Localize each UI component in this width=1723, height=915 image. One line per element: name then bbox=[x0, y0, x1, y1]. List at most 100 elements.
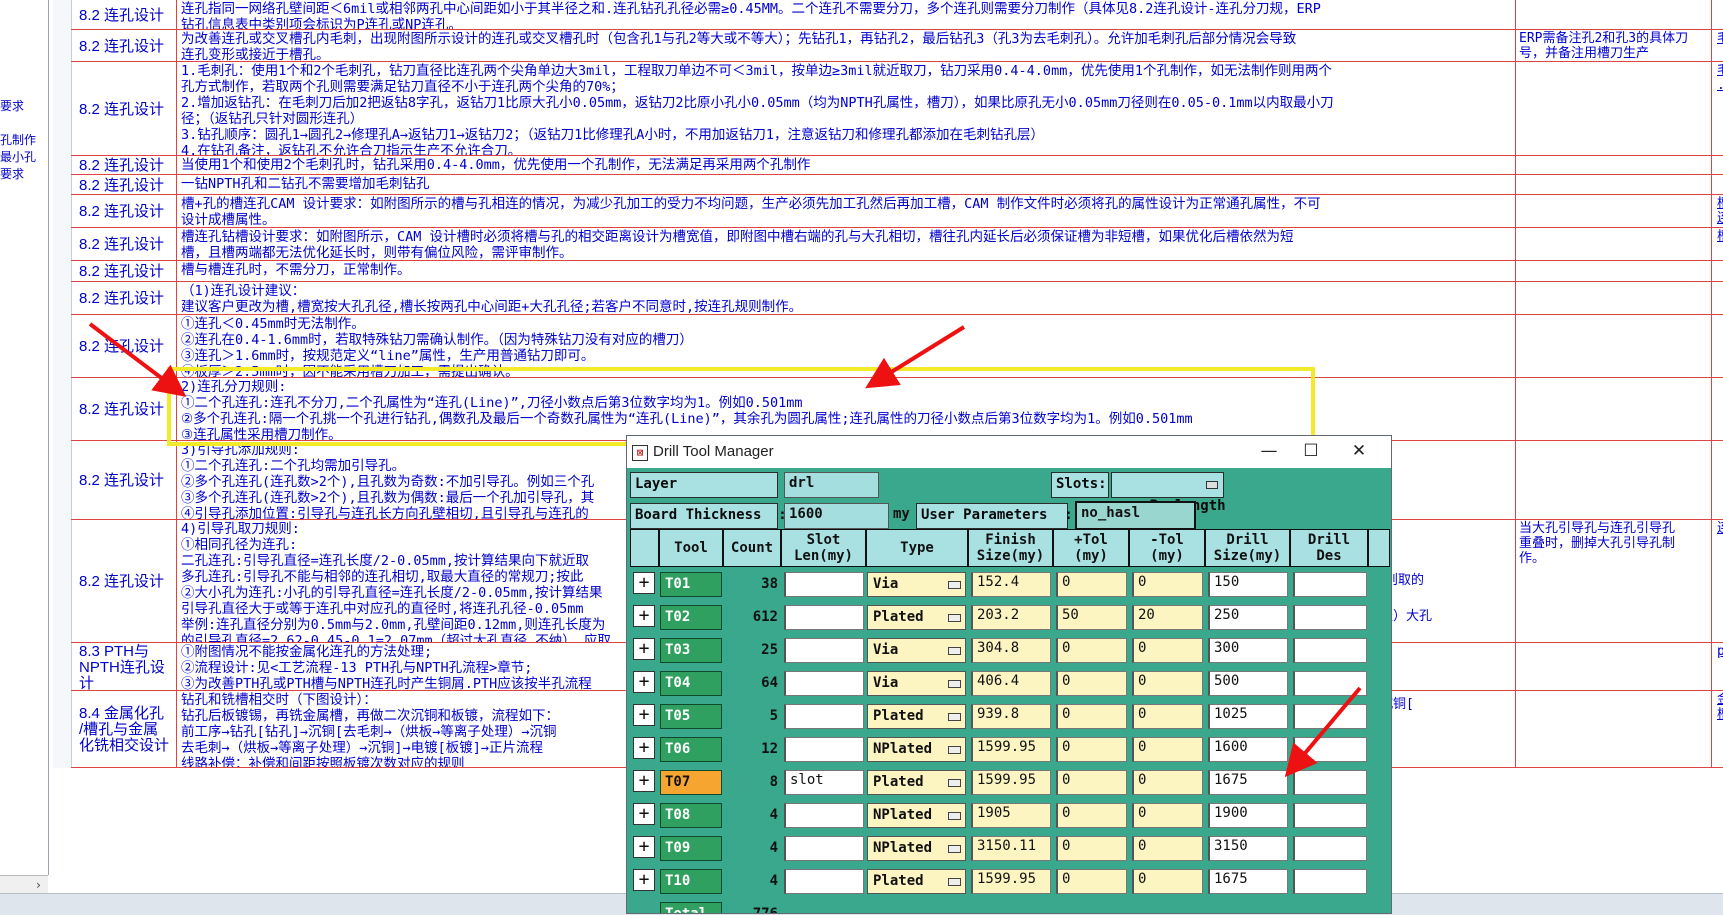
type-dropdown[interactable]: NPlated bbox=[867, 737, 966, 762]
slot-length-field[interactable] bbox=[784, 671, 864, 696]
slot-length-field[interactable] bbox=[784, 605, 864, 630]
close-button[interactable]: ✕ bbox=[1339, 438, 1379, 464]
finish-size-field[interactable]: 304.8 bbox=[971, 638, 1051, 663]
minus-tol-field[interactable]: 0 bbox=[1132, 869, 1203, 894]
link-cell[interactable] bbox=[1712, 441, 1723, 519]
minus-tol-field[interactable]: 0 bbox=[1132, 770, 1203, 795]
tool-button[interactable]: T05 bbox=[660, 704, 722, 729]
drill-size-field[interactable]: 1675 bbox=[1208, 869, 1288, 894]
minus-tol-field[interactable]: 0 bbox=[1132, 638, 1203, 663]
type-dropdown[interactable]: Via bbox=[867, 671, 966, 696]
drill-des-field[interactable] bbox=[1293, 605, 1367, 630]
tool-button[interactable]: T08 bbox=[660, 803, 722, 828]
link-cell[interactable] bbox=[1712, 175, 1723, 194]
tool-button[interactable]: T04 bbox=[660, 671, 722, 696]
minus-tol-field[interactable]: 0 bbox=[1132, 671, 1203, 696]
finish-size-field[interactable]: 1599.95 bbox=[971, 737, 1051, 762]
drill-des-field[interactable] bbox=[1293, 836, 1367, 861]
link-cell[interactable]: 槽连孔钻槽 bbox=[1712, 228, 1723, 260]
drill-size-field[interactable]: 1600 bbox=[1208, 737, 1288, 762]
plus-tol-field[interactable]: 0 bbox=[1056, 704, 1127, 729]
left-pane-scrollbar[interactable]: › bbox=[0, 875, 48, 894]
slot-length-field[interactable] bbox=[784, 638, 864, 663]
finish-size-field[interactable]: 152.4 bbox=[971, 572, 1051, 597]
plus-tol-field[interactable]: 0 bbox=[1056, 638, 1127, 663]
link-cell[interactable] bbox=[1712, 261, 1723, 281]
minus-tol-field[interactable]: 0 bbox=[1132, 572, 1203, 597]
slots-dropdown[interactable]: By length bbox=[1111, 472, 1226, 514]
expand-plus-icon[interactable]: + bbox=[633, 605, 655, 627]
expand-plus-icon[interactable]: + bbox=[633, 836, 655, 858]
drill-des-field[interactable] bbox=[1293, 770, 1367, 795]
layer-field[interactable]: drl bbox=[784, 472, 879, 498]
link-cell[interactable]: 毛刺孔.jpg bbox=[1712, 30, 1723, 61]
plus-tol-field[interactable]: 0 bbox=[1056, 770, 1127, 795]
maximize-button[interactable]: ☐ bbox=[1291, 438, 1331, 464]
minus-tol-field[interactable]: 0 bbox=[1132, 704, 1203, 729]
drill-size-field[interactable]: 300 bbox=[1208, 638, 1288, 663]
type-dropdown[interactable]: Plated bbox=[867, 869, 966, 894]
finish-size-field[interactable]: 3150.11 bbox=[971, 836, 1051, 861]
drill-des-field[interactable] bbox=[1293, 869, 1367, 894]
finish-size-field[interactable]: 203.2 bbox=[971, 605, 1051, 630]
minus-tol-field[interactable]: 0 bbox=[1132, 836, 1203, 861]
finish-size-field[interactable]: 1905 bbox=[971, 803, 1051, 828]
type-dropdown[interactable]: Plated bbox=[867, 605, 966, 630]
link-cell[interactable]: 连孔设计.j bbox=[1712, 520, 1723, 642]
minus-tol-field[interactable]: 0 bbox=[1132, 737, 1203, 762]
plus-tol-field[interactable]: 0 bbox=[1056, 803, 1127, 828]
finish-size-field[interactable]: 939.8 bbox=[971, 704, 1051, 729]
drill-size-field[interactable]: 1025 bbox=[1208, 704, 1288, 729]
drill-size-field[interactable]: 3150 bbox=[1208, 836, 1288, 861]
link-cell[interactable] bbox=[1712, 378, 1723, 440]
plus-tol-field[interactable]: 0 bbox=[1056, 869, 1127, 894]
title-bar[interactable]: ⊠ Drill Tool Manager — ☐ ✕ bbox=[627, 436, 1391, 468]
expand-plus-icon[interactable]: + bbox=[633, 770, 655, 792]
expand-plus-icon[interactable]: + bbox=[633, 671, 655, 693]
tool-button[interactable]: T02 bbox=[660, 605, 722, 630]
slot-length-field[interactable] bbox=[784, 704, 864, 729]
slot-length-field[interactable] bbox=[784, 869, 864, 894]
type-dropdown[interactable]: NPlated bbox=[867, 803, 966, 828]
type-dropdown[interactable]: Via bbox=[867, 572, 966, 597]
tool-button[interactable]: T09 bbox=[660, 836, 722, 861]
type-dropdown[interactable]: Via bbox=[867, 638, 966, 663]
expand-plus-icon[interactable]: + bbox=[633, 803, 655, 825]
link-cell[interactable]: 毛刺钻孔和 .jpg bbox=[1712, 62, 1723, 155]
drill-des-field[interactable] bbox=[1293, 572, 1367, 597]
user-parameters-field[interactable]: no_hasl bbox=[1075, 501, 1196, 530]
tool-button[interactable]: T03 bbox=[660, 638, 722, 663]
drill-size-field[interactable]: 1900 bbox=[1208, 803, 1288, 828]
link-cell[interactable] bbox=[1712, 315, 1723, 377]
tool-button[interactable]: T06 bbox=[660, 737, 722, 762]
link-cell[interactable]: 槽+孔的槽连 bbox=[1712, 195, 1723, 227]
tool-button[interactable]: T07 bbox=[660, 770, 722, 795]
drill-size-field[interactable]: 1675 bbox=[1208, 770, 1288, 795]
expand-plus-icon[interactable]: + bbox=[633, 737, 655, 759]
drill-des-field[interactable] bbox=[1293, 638, 1367, 663]
link-cell[interactable] bbox=[1712, 0, 1723, 29]
drill-des-field[interactable] bbox=[1293, 704, 1367, 729]
link-cell[interactable] bbox=[1712, 156, 1723, 174]
minus-tol-field[interactable]: 20 bbox=[1132, 605, 1203, 630]
type-dropdown[interactable]: Plated bbox=[867, 704, 966, 729]
expand-plus-icon[interactable]: + bbox=[633, 638, 655, 660]
plus-tol-field[interactable]: 0 bbox=[1056, 836, 1127, 861]
drill-des-field[interactable] bbox=[1293, 737, 1367, 762]
plus-tol-field[interactable]: 0 bbox=[1056, 671, 1127, 696]
link-cell[interactable]: pth和npth bbox=[1712, 643, 1723, 690]
tool-button[interactable]: T10 bbox=[660, 869, 722, 894]
slot-length-field[interactable] bbox=[784, 572, 864, 597]
scroll-right-arrow-icon[interactable]: › bbox=[35, 878, 48, 892]
board-thickness-field[interactable]: 1600 bbox=[784, 503, 889, 529]
plus-tol-field[interactable]: 0 bbox=[1056, 572, 1127, 597]
slot-length-field[interactable] bbox=[784, 836, 864, 861]
slot-length-field[interactable] bbox=[784, 737, 864, 762]
tool-button[interactable]: T01 bbox=[660, 572, 722, 597]
drill-size-field[interactable]: 500 bbox=[1208, 671, 1288, 696]
slot-length-field[interactable] bbox=[784, 803, 864, 828]
expand-plus-icon[interactable]: + bbox=[633, 869, 655, 891]
expand-plus-icon[interactable]: + bbox=[633, 572, 655, 594]
finish-size-field[interactable]: 1599.95 bbox=[971, 770, 1051, 795]
type-dropdown[interactable]: Plated bbox=[867, 770, 966, 795]
